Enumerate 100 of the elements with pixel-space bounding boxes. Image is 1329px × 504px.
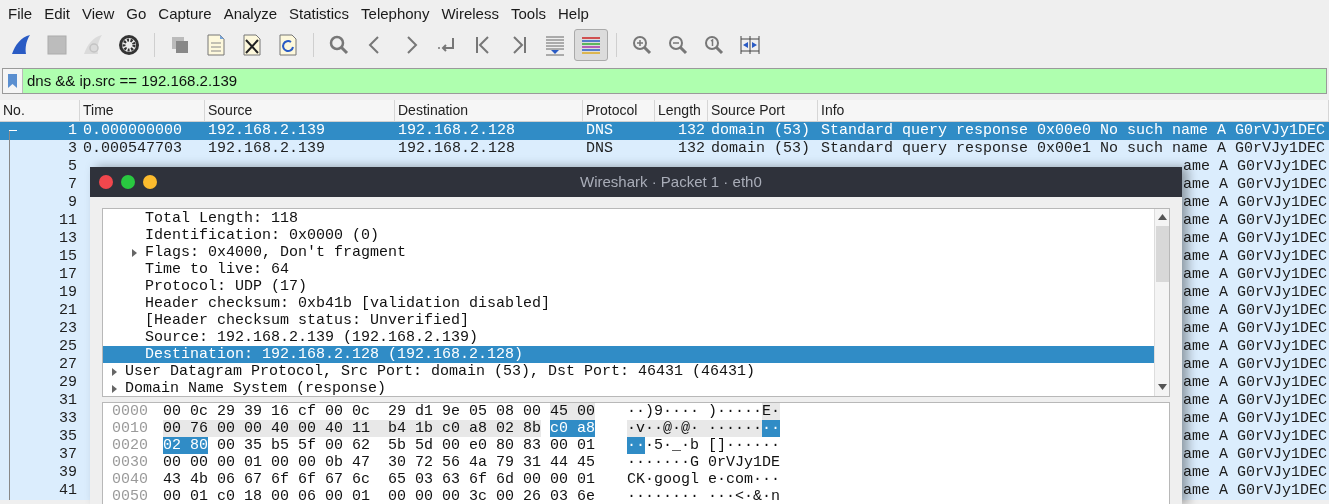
packet-number: 23 [59, 320, 78, 338]
packet-row[interactable]: 3 0.000547703 192.168.2.139 192.168.2.128 DNS 132 domain (53) Standard query response 0x00e1 No such name A G0rVJy1DEC [0, 140, 1329, 158]
packet-number: 39 [59, 464, 78, 482]
zoom-reset-icon [702, 33, 726, 57]
packet-info: ame A G0rVJy1DEC [1183, 212, 1328, 230]
packet-info: ame A G0rVJy1DEC [1183, 320, 1328, 338]
packet-number: 5 [68, 158, 78, 176]
document-x-icon [240, 33, 264, 57]
hex-offset: 0000 [111, 403, 149, 420]
packet-number: 1 [68, 122, 78, 140]
packet-info: ame A G0rVJy1DEC [1183, 266, 1328, 284]
packet-info: ame A G0rVJy1DEC [1183, 302, 1328, 320]
packet-info: ame A G0rVJy1DEC [1183, 428, 1328, 446]
menu-item[interactable]: Capture [152, 2, 218, 26]
packet-info: ame A G0rVJy1DEC [1183, 446, 1328, 464]
gear-icon [117, 33, 141, 57]
hex-offset: 0010 [111, 420, 149, 437]
column-header[interactable]: Time [80, 100, 205, 121]
hex-offset: 0020 [111, 437, 149, 454]
tree-row[interactable]: Time to live: 64 [103, 261, 1154, 278]
hex-bytes: 00 01 c0 18 00 06 00 01 00 00 00 3c 00 26 03 6e [163, 488, 597, 504]
column-header[interactable]: Source [205, 100, 395, 121]
tree-row[interactable]: [Header checksum status: Unverified] [103, 312, 1154, 329]
hex-bytes: 00 76 00 00 40 00 40 11 b4 1b c0 a8 02 8b c0 a8 [163, 420, 597, 437]
packet-number: 29 [59, 374, 78, 392]
menu-item[interactable]: Statistics [283, 2, 356, 26]
packet-info: ame A G0rVJy1DEC [1183, 248, 1328, 266]
tree-row[interactable]: User Datagram Protocol, Src Port: domain (53), Dst Port: 46431 (46431) [103, 363, 1154, 380]
packet-source: 192.168.2.139 [207, 122, 327, 140]
tree-row[interactable]: Identification: 0x0000 (0) [103, 227, 1154, 244]
packet-number: 35 [59, 428, 78, 446]
tree-row[interactable]: Destination: 192.168.2.128 (192.168.2.128) [103, 346, 1154, 363]
lines-arrow-icon [543, 33, 567, 57]
packet-source-port: domain (53) [710, 122, 812, 140]
packet-number: 17 [59, 266, 78, 284]
menu-item[interactable]: View [76, 2, 121, 26]
scroll-up-icon[interactable] [1157, 214, 1167, 220]
packet-info: ame A G0rVJy1DEC [1183, 230, 1328, 248]
tree-row[interactable]: Flags: 0x4000, Don't fragment [103, 244, 1154, 261]
menu-item[interactable]: Telephony [355, 2, 436, 26]
column-header[interactable]: Length [655, 100, 708, 121]
packet-number: 9 [68, 194, 78, 212]
tree-item-text: [Header checksum status: Unverified] [145, 312, 470, 329]
hex-offset: 0050 [111, 488, 149, 504]
packet-info: ame A G0rVJy1DEC [1183, 410, 1328, 428]
expand-triangle-icon[interactable] [131, 248, 138, 257]
packet-number: 11 [59, 212, 78, 230]
tree-row[interactable]: Protocol: UDP (17) [103, 278, 1154, 295]
hex-ascii: ········ ···<·&·n [627, 488, 781, 504]
tree-item-text: Destination: 192.168.2.128 (192.168.2.128) [145, 346, 524, 363]
document-reload-icon [276, 33, 300, 57]
packet-number: 25 [59, 338, 78, 356]
packet-destination: 192.168.2.128 [397, 122, 517, 140]
packet-source-port: domain (53) [710, 140, 812, 158]
menu-item[interactable]: Help [552, 2, 595, 26]
packet-info: ame A G0rVJy1DEC [1183, 356, 1328, 374]
tree-row[interactable]: Total Length: 118 [103, 210, 1154, 227]
window-title: Wireshark · Packet 1 · eth0 [580, 171, 762, 192]
tree-row[interactable]: Header checksum: 0xb41b [validation disabled] [103, 295, 1154, 312]
packet-number: 31 [59, 392, 78, 410]
zoom-in-icon [630, 33, 654, 57]
column-header[interactable]: No. [0, 100, 80, 121]
tree-item-text: Identification: 0x0000 (0) [145, 227, 380, 244]
column-header[interactable]: Info [818, 100, 1329, 121]
fin-icon [9, 33, 33, 57]
packet-number: 15 [59, 248, 78, 266]
menu-item[interactable]: Go [120, 2, 153, 26]
packet-number: 21 [59, 302, 78, 320]
menu-item[interactable]: Analyze [217, 2, 284, 26]
tree-item-text: Protocol: UDP (17) [145, 278, 308, 295]
packet-number: 41 [59, 482, 78, 500]
packet-number: 33 [59, 410, 78, 428]
packet-time: 0.000000000 [82, 122, 184, 140]
column-header[interactable]: Source Port [708, 100, 818, 121]
tree-item-text: Flags: 0x4000, Don't fragment [145, 244, 407, 261]
stop-icon [45, 33, 69, 57]
tree-item-text: Header checksum: 0xb41b [validation disabled] [145, 295, 551, 312]
menu-item[interactable]: Tools [504, 2, 552, 26]
scroll-down-icon[interactable] [1157, 384, 1167, 390]
packet-row[interactable]: 1 0.000000000 192.168.2.139 192.168.2.128 DNS 132 domain (53) Standard query response 0x00e0 No such name A G0rVJy1DEC [0, 122, 1329, 140]
hex-ascii: ··)9···· )·····E· [627, 403, 781, 420]
column-header[interactable]: Protocol [583, 100, 655, 121]
packet-destination: 192.168.2.128 [397, 140, 517, 158]
restart-fin-icon [81, 33, 105, 57]
menu-item[interactable]: File [2, 2, 39, 26]
scrollbar[interactable] [1154, 209, 1169, 396]
column-header[interactable]: Destination [395, 100, 583, 121]
packet-info: ame A G0rVJy1DEC [1183, 194, 1328, 212]
packet-info: ame A G0rVJy1DEC [1183, 158, 1328, 176]
menu-item[interactable]: Edit [38, 2, 77, 26]
packet-info: Standard query response 0x00e0 No such name A G0rVJy1DEC [820, 122, 1327, 140]
packet-info: ame A G0rVJy1DEC [1183, 284, 1328, 302]
tree-row[interactable]: Source: 192.168.2.139 (192.168.2.139) [103, 329, 1154, 346]
hex-ascii: ·······G 0rVJy1DE [627, 454, 781, 471]
hex-ascii: CK·googl e·com··· [627, 471, 781, 488]
packet-info: ame A G0rVJy1DEC [1183, 374, 1328, 392]
menu-item[interactable]: Wireless [435, 2, 505, 26]
packet-protocol: DNS [585, 122, 614, 140]
bookmark-icon[interactable] [8, 74, 17, 88]
tree-row[interactable]: Domain Name System (response) [103, 380, 1154, 396]
